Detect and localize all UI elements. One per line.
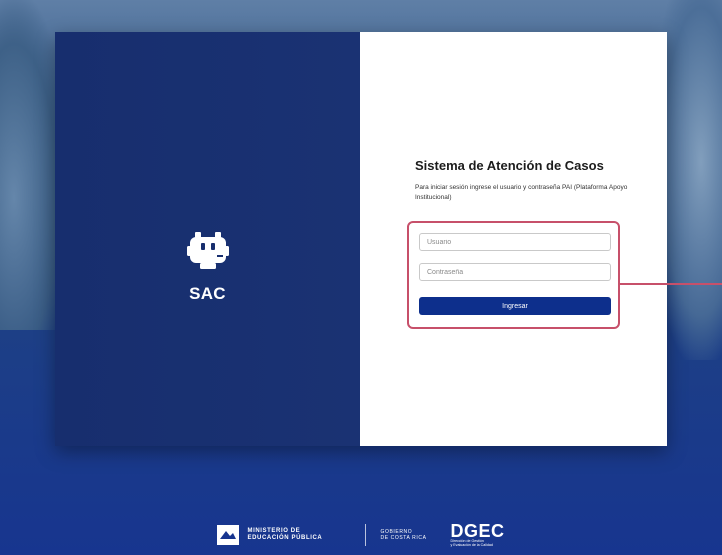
login-panel: Sistema de Atención de Casos Para inicia… (360, 32, 667, 446)
robot-head-icon (186, 232, 229, 269)
brand-block: SAC (186, 232, 229, 304)
dgec-logo: DGEC Dirección de Gestión y Evaluación d… (450, 520, 505, 548)
login-card: SAC Sistema de Atención de Casos Para in… (55, 32, 667, 446)
highlight-callout-line (619, 283, 722, 285)
page-title: Sistema de Atención de Casos (415, 158, 604, 173)
footer-divider (365, 524, 367, 546)
submit-button[interactable]: Ingresar (419, 297, 611, 315)
login-instructions: Para iniciar sesión ingrese el usuario y… (415, 184, 628, 201)
government-name: GOBIERNO DE COSTA RICA (380, 529, 427, 541)
ministry-name: MINISTERIO DE EDUCACIÓN PÚBLICA (247, 528, 323, 541)
username-field[interactable] (419, 233, 611, 251)
login-form-highlight: Ingresar (407, 221, 620, 329)
mep-crest-icon (217, 525, 240, 545)
footer-logos: MINISTERIO DE EDUCACIÓN PÚBLICA GOBIERNO… (0, 522, 722, 548)
password-field[interactable] (419, 263, 611, 281)
brand-name: SAC (189, 284, 226, 303)
brand-panel: SAC (55, 32, 360, 446)
